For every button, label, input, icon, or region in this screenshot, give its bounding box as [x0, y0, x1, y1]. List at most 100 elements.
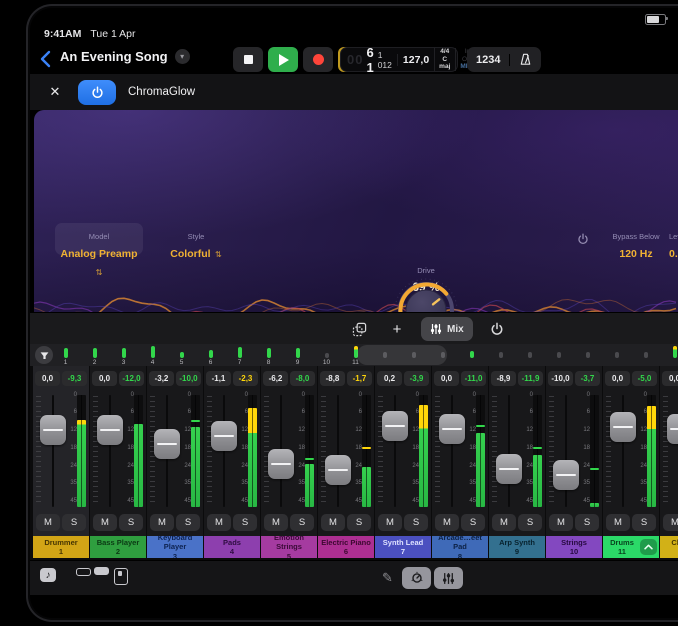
bridge-track-meter[interactable]: 3 [109, 346, 138, 366]
peak-value[interactable]: -8,0 [290, 371, 315, 386]
volume-value[interactable]: 0,0 [605, 371, 630, 386]
volume-value[interactable]: -1,1 [206, 371, 231, 386]
close-plugin-button[interactable] [46, 83, 64, 101]
bridge-track-meter[interactable] [457, 346, 486, 359]
volume-value[interactable]: 0,2 [377, 371, 402, 386]
bridge-track-meter[interactable]: 10 [312, 346, 341, 366]
bridge-track-meter[interactable]: 7 [225, 346, 254, 366]
mixer-view-button[interactable] [434, 567, 463, 589]
bridge-track-meter[interactable] [515, 346, 544, 359]
mute-button[interactable]: M [207, 514, 231, 531]
browser-button[interactable]: ♪ [40, 568, 56, 582]
peak-value[interactable]: -5,0 [632, 371, 657, 386]
bridge-track-meter[interactable]: 2 [80, 346, 109, 366]
mute-button[interactable]: M [378, 514, 402, 531]
mute-button[interactable]: M [150, 514, 174, 531]
bridge-track-meter[interactable] [660, 346, 678, 359]
mute-button[interactable]: M [663, 514, 678, 531]
peak-value[interactable]: -12,0 [119, 371, 144, 386]
meter-bridge[interactable]: 1234567891011 [30, 344, 678, 366]
volume-value[interactable]: 0,0 [35, 371, 60, 386]
solo-button[interactable]: S [461, 514, 485, 531]
plugin-power-toggle[interactable] [78, 80, 116, 105]
lcd-display[interactable]: 00 6 1 1 012 127,0 4/4 C maj In Out MIDI [340, 47, 458, 72]
collapse-summing-stack-button[interactable] [640, 539, 657, 555]
solo-button[interactable]: S [62, 514, 86, 531]
scroll-thumb[interactable] [357, 345, 447, 365]
channel-name-label[interactable]: Pads4 [204, 536, 260, 558]
edit-button[interactable]: ✎ [382, 570, 393, 586]
controls-view-button[interactable] [402, 567, 431, 589]
bridge-track-meter[interactable]: 1 [51, 346, 80, 366]
channel-name-label[interactable]: Synth Lead7 [375, 536, 431, 558]
level-control[interactable]: Level 0.0 [661, 226, 678, 262]
mix-button[interactable]: Mix [421, 317, 473, 341]
song-title-menu[interactable]: An Evening Song ▾ [60, 49, 190, 64]
peak-value[interactable]: -1,7 [347, 371, 372, 386]
bridge-track-meter[interactable] [486, 346, 515, 359]
solo-button[interactable]: S [575, 514, 599, 531]
volume-value[interactable]: 0,0 [434, 371, 459, 386]
stop-button[interactable] [233, 47, 263, 72]
mute-button[interactable]: M [492, 514, 516, 531]
channel-name-label[interactable]: Bass Player2 [90, 536, 146, 558]
solo-button[interactable]: S [518, 514, 542, 531]
peak-value[interactable]: -3,9 [404, 371, 429, 386]
solo-button[interactable]: S [347, 514, 371, 531]
volume-value[interactable]: -6,2 [263, 371, 288, 386]
channel-name-label[interactable]: Arp Synth9 [489, 536, 545, 558]
bridge-track-meter[interactable]: 6 [196, 346, 225, 366]
channel-name-label[interactable]: Arcade…eet Pad8 [432, 536, 488, 558]
bridge-track-meter[interactable]: 4 [138, 346, 167, 366]
back-button[interactable] [40, 48, 58, 70]
mute-button[interactable]: M [264, 514, 288, 531]
mixer-power-button[interactable] [483, 317, 511, 341]
volume-value[interactable]: -8,8 [320, 371, 345, 386]
volume-value[interactable]: -3,2 [149, 371, 174, 386]
channel-name-label[interactable]: Chorus V12 [660, 536, 678, 558]
bridge-track-meter[interactable]: 5 [167, 346, 196, 366]
channel-name-label[interactable]: Strings10 [546, 536, 602, 558]
model-selector[interactable]: Model Analog Preamp [55, 223, 143, 255]
bridge-track-meter[interactable] [602, 346, 631, 359]
solo-button[interactable]: S [404, 514, 428, 531]
volume-value[interactable]: 0,0 [92, 371, 117, 386]
solo-button[interactable]: S [119, 514, 143, 531]
play-surface-button[interactable] [114, 568, 128, 585]
volume-value[interactable]: 0,0 [662, 371, 678, 386]
bypass-power-button[interactable] [577, 232, 589, 250]
record-button[interactable] [303, 47, 333, 72]
bridge-track-meter[interactable] [573, 346, 602, 359]
mute-button[interactable]: M [36, 514, 60, 531]
style-selector[interactable]: Style Colorful [152, 226, 240, 262]
peak-value[interactable]: -11,9 [518, 371, 543, 386]
mute-button[interactable]: M [606, 514, 630, 531]
mute-button[interactable]: M [549, 514, 573, 531]
channel-name-label[interactable]: Drummer1 [33, 536, 89, 558]
solo-button[interactable]: S [290, 514, 314, 531]
channel-name-label[interactable]: Electric Piano6 [318, 536, 374, 558]
peak-value[interactable]: -10,0 [176, 371, 201, 386]
mute-button[interactable]: M [435, 514, 459, 531]
bridge-track-meter[interactable]: 8 [254, 346, 283, 366]
channel-name-label[interactable]: Emotion Strings5 [261, 536, 317, 558]
bridge-track-meter[interactable] [631, 346, 660, 359]
drive-knob[interactable] [391, 275, 461, 312]
fader-handle[interactable] [667, 414, 678, 444]
solo-button[interactable]: S [233, 514, 257, 531]
metronome-button[interactable] [510, 52, 541, 67]
peak-value[interactable]: -2,3 [233, 371, 258, 386]
mute-button[interactable]: M [93, 514, 117, 531]
plugin-tiles-button[interactable] [345, 317, 373, 341]
channel-name-label[interactable]: Drums11 [603, 536, 659, 558]
play-button[interactable] [268, 47, 298, 72]
mute-button[interactable]: M [321, 514, 345, 531]
peak-value[interactable]: -9,3 [62, 371, 87, 386]
channel-name-label[interactable]: Keyboard Player3 [147, 536, 203, 558]
volume-value[interactable]: -8,9 [491, 371, 516, 386]
plugins-button[interactable] [76, 568, 109, 576]
peak-value[interactable]: -3,7 [575, 371, 600, 386]
solo-button[interactable]: S [632, 514, 656, 531]
bridge-track-meter[interactable] [544, 346, 573, 359]
solo-button[interactable]: S [176, 514, 200, 531]
